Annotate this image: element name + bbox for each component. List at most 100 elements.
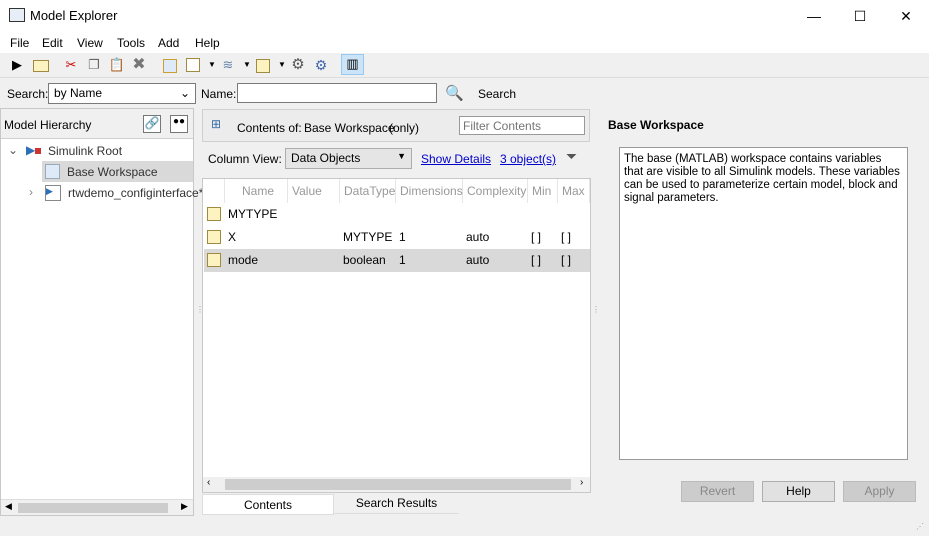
menu-bar: File Edit View Tools Add Help (0, 32, 929, 53)
minimize-button[interactable]: — (791, 0, 837, 32)
contents-suffix: (only) (389, 121, 420, 135)
contents-header: ⊞ Contents of: Base Workspace (only) (202, 109, 590, 142)
filter-contents-input[interactable] (459, 116, 585, 135)
open-icon[interactable] (32, 56, 50, 74)
tree-item-label: rtwdemo_configinterface* (68, 186, 204, 200)
name-label: Name: (201, 87, 237, 101)
table-row-selected[interactable]: mode boolean 1 auto [ ] [ ] (204, 249, 590, 272)
cell-max: [ ] (561, 253, 572, 267)
object-count-link[interactable]: 3 object(s) (500, 152, 556, 166)
hierarchy-icon: ⊞ (211, 117, 222, 131)
matlab-variable-icon[interactable] (161, 56, 179, 74)
search-icon[interactable]: 🔍 (445, 84, 464, 102)
apply-button[interactable]: Apply (843, 481, 916, 502)
paste-icon[interactable]: 📋 (108, 56, 126, 74)
table-row[interactable]: X MYTYPE 1 auto [ ] [ ] (204, 226, 590, 249)
tree-item-label: Base Workspace (67, 165, 158, 179)
header-spacer (203, 179, 225, 203)
workspace-icon (45, 164, 60, 179)
scroll-right-icon[interactable]: ▶ (181, 501, 188, 512)
model-hierarchy-panel: Model Hierarchy 🔗 ●● ⌄ ▶ Simulink Root B… (0, 108, 203, 516)
column-header-max[interactable]: Max (558, 179, 590, 203)
cell-datatype: MYTYPE (343, 230, 393, 244)
mask-icon[interactable]: ●● (170, 115, 188, 133)
table-header: Name Value DataType Dimensions Complexit… (203, 179, 590, 203)
column-header-value[interactable]: Value (288, 179, 340, 203)
column-header-min[interactable]: Min (528, 179, 558, 203)
menu-view[interactable]: View (77, 36, 103, 50)
column-header-datatype[interactable]: DataType (340, 179, 396, 203)
cell-min: [ ] (531, 230, 542, 244)
cell-name: X (228, 230, 237, 244)
menu-edit[interactable]: Edit (42, 36, 63, 50)
configuration-icon[interactable]: ⚙ (289, 56, 307, 74)
menu-tools[interactable]: Tools (117, 36, 145, 50)
table-row[interactable]: MYTYPE (204, 203, 590, 226)
cell-name: MYTYPE (228, 207, 278, 221)
simulink-root-icon: ▶ (26, 143, 42, 157)
tree-item-rtwdemo[interactable]: › ▶ rtwdemo_configinterface* (1, 182, 203, 204)
search-mode-select[interactable]: by Name ⌄ (48, 83, 196, 104)
tree-item-label: Simulink Root (48, 144, 123, 158)
tab-search-results[interactable]: Search Results (334, 494, 459, 514)
column-header-complexity[interactable]: Complexity (463, 179, 528, 203)
column-view-value: Data Objects (291, 151, 361, 165)
scroll-right-icon[interactable]: › (580, 477, 583, 488)
signal-object-icon (207, 253, 221, 267)
search-button[interactable]: Search (478, 87, 516, 101)
cut-icon[interactable]: ✂ (62, 56, 80, 74)
search-mode-value: by Name (54, 86, 103, 100)
name-input[interactable] (237, 83, 437, 103)
contents-table: Name Value DataType Dimensions Complexit… (202, 178, 591, 493)
cell-dimensions: 1 (399, 253, 406, 267)
signal-object-icon (207, 230, 221, 244)
close-button[interactable]: ✕ (883, 0, 929, 32)
model-icon: ▶ (45, 185, 61, 201)
cell-max: [ ] (561, 230, 572, 244)
link-icon[interactable]: 🔗 (143, 115, 161, 133)
scroll-left-icon[interactable]: ‹ (207, 477, 210, 488)
window-title: Model Explorer (30, 8, 118, 23)
horizontal-scrollbar[interactable]: ‹ › (203, 477, 590, 492)
scrollbar-thumb[interactable] (18, 503, 168, 513)
details-description: The base (MATLAB) workspace contains var… (619, 147, 908, 460)
revert-button[interactable]: Revert (681, 481, 754, 502)
tab-contents[interactable]: Contents (202, 494, 334, 515)
delete-icon[interactable]: ✖ (130, 56, 148, 74)
contents-prefix: Contents of: (237, 121, 302, 135)
toolbar: ▶ ✂ ❐ 📋 ✖ ▼ ≋ ▼ ▼ ⚙ ⚙ ▥ (0, 53, 929, 78)
scrollbar-thumb[interactable] (225, 479, 571, 490)
chevron-down-icon[interactable]: ⌄ (8, 143, 18, 157)
chevron-down-icon: ⌄ (179, 86, 190, 100)
contents-scope: Base Workspace (304, 121, 395, 135)
dialog-view-icon[interactable]: ▥ (341, 54, 364, 75)
model-settings-icon[interactable]: ⚙ (312, 56, 330, 74)
simulink-parameter-icon[interactable] (184, 56, 202, 74)
chevron-right-icon[interactable]: › (29, 185, 33, 199)
maximize-button[interactable]: ☐ (837, 0, 883, 32)
horizontal-scrollbar[interactable]: ◀ ▶ (1, 499, 193, 515)
column-view-select[interactable]: Data Objects ▼ (285, 148, 412, 169)
cell-dimensions: 1 (399, 230, 406, 244)
tree-item-simulink-root[interactable]: ⌄ ▶ Simulink Root (1, 140, 193, 162)
column-view-label: Column View: (208, 152, 282, 166)
menu-add[interactable]: Add (158, 36, 179, 50)
splitter-handle[interactable]: ⋮ (592, 305, 600, 314)
bus-icon[interactable] (254, 56, 272, 74)
menu-help[interactable]: Help (195, 36, 220, 50)
column-header-dimensions[interactable]: Dimensions (396, 179, 463, 203)
new-model-icon[interactable]: ▶ (8, 56, 26, 74)
show-details-link[interactable]: Show Details (421, 152, 491, 166)
menu-file[interactable]: File (10, 36, 29, 50)
column-header-name[interactable]: Name (225, 179, 288, 203)
hierarchy-title: Model Hierarchy (4, 118, 92, 132)
copy-icon[interactable]: ❐ (85, 56, 103, 74)
simulink-signal-icon[interactable]: ≋ (219, 56, 237, 74)
filter-icon[interactable]: ⏷ (566, 148, 577, 165)
cell-min: [ ] (531, 253, 542, 267)
scroll-left-icon[interactable]: ◀ (5, 501, 12, 512)
struct-type-icon (207, 207, 221, 221)
tree-item-base-workspace[interactable]: Base Workspace (42, 161, 193, 182)
help-button[interactable]: Help (762, 481, 835, 502)
resize-grip-icon[interactable]: ⋰ (916, 522, 924, 531)
